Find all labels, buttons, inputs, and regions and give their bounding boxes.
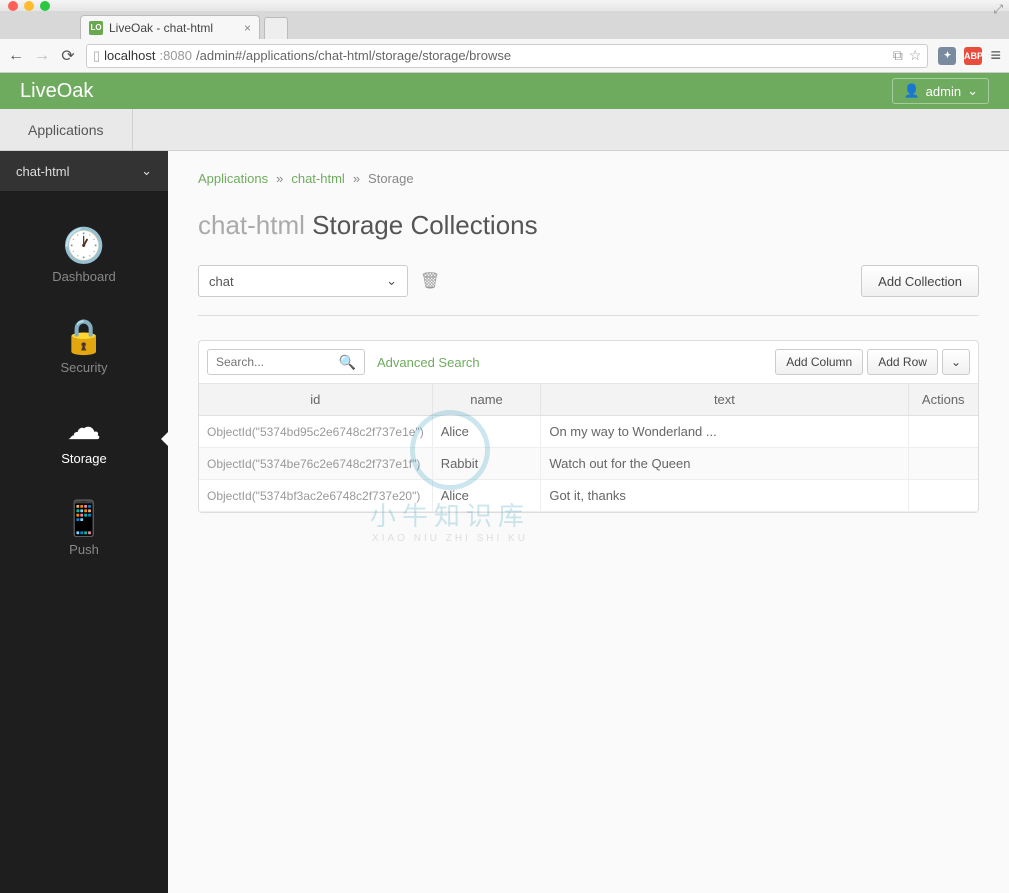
cell-name: Rabbit bbox=[432, 448, 541, 480]
cell-text: Watch out for the Queen bbox=[541, 448, 908, 480]
close-window-icon[interactable] bbox=[8, 1, 18, 11]
user-icon: 👤 bbox=[903, 83, 919, 99]
cell-id: ObjectId("5374be76c2e6748c2f737e1f") bbox=[199, 448, 432, 480]
breadcrumb-current: Storage bbox=[368, 171, 414, 186]
cell-text: Got it, thanks bbox=[541, 480, 908, 512]
favicon-icon: LO bbox=[89, 21, 103, 35]
collection-selected: chat bbox=[209, 274, 234, 289]
url-actions: ⧉ ☆ bbox=[893, 47, 922, 64]
add-row-button[interactable]: Add Row bbox=[867, 349, 938, 375]
sidebar-item-storage[interactable]: ☁ Storage bbox=[0, 393, 168, 484]
col-header-text[interactable]: text bbox=[541, 384, 908, 416]
mac-window-chrome: ⤢ bbox=[0, 0, 1009, 11]
reload-button[interactable]: ⟳ bbox=[60, 46, 76, 66]
sidebar: chat-html ⌄ 🕐 Dashboard 🔒 Security ☁ Sto… bbox=[0, 151, 168, 893]
url-path: /admin#/applications/chat-html/storage/s… bbox=[196, 48, 511, 63]
tab-close-icon[interactable]: × bbox=[244, 21, 251, 35]
data-table-panel: 🔍 Advanced Search Add Column Add Row ⌄ i… bbox=[198, 340, 979, 513]
sidebar-context-label: chat-html bbox=[16, 164, 69, 179]
cell-id: ObjectId("5374bf3ac2e6748c2f737e20") bbox=[199, 480, 432, 512]
phone-icon: 📱 bbox=[63, 502, 105, 536]
add-row-menu-button[interactable]: ⌄ bbox=[942, 349, 970, 375]
tab-title: LiveOak - chat-html bbox=[109, 21, 213, 35]
back-button[interactable]: ← bbox=[8, 47, 24, 65]
main-layout: chat-html ⌄ 🕐 Dashboard 🔒 Security ☁ Sto… bbox=[0, 151, 1009, 893]
cell-actions[interactable] bbox=[908, 448, 978, 480]
page-title: chat-html Storage Collections bbox=[198, 210, 979, 241]
add-collection-button[interactable]: Add Collection bbox=[861, 265, 979, 297]
extension-icons: ✦ ABP ≡ bbox=[938, 45, 1001, 66]
extension-icon[interactable]: ✦ bbox=[938, 47, 956, 65]
chevron-down-icon: ⌄ bbox=[141, 163, 152, 179]
search-input[interactable] bbox=[216, 355, 336, 369]
search-icon[interactable]: 🔍 bbox=[339, 354, 356, 371]
data-table: id name text Actions ObjectId("5374bd95c… bbox=[199, 384, 978, 512]
page-title-text: Storage Collections bbox=[312, 210, 537, 240]
sidebar-item-push[interactable]: 📱 Push bbox=[0, 484, 168, 575]
advanced-search-link[interactable]: Advanced Search bbox=[377, 355, 480, 370]
abp-icon[interactable]: ABP bbox=[964, 47, 982, 65]
breadcrumb-applications[interactable]: Applications bbox=[198, 171, 268, 186]
delete-collection-button[interactable]: 🗑 bbox=[420, 271, 440, 291]
table-row[interactable]: ObjectId("5374be76c2e6748c2f737e1f") Rab… bbox=[199, 448, 978, 480]
content-area: Applications » chat-html » Storage chat-… bbox=[168, 151, 1009, 893]
chevron-down-icon: ⌄ bbox=[386, 273, 397, 289]
sidebar-item-security[interactable]: 🔒 Security bbox=[0, 302, 168, 393]
col-header-name[interactable]: name bbox=[432, 384, 541, 416]
col-header-actions: Actions bbox=[908, 384, 978, 416]
new-tab-button[interactable] bbox=[264, 17, 288, 39]
col-header-id[interactable]: id bbox=[199, 384, 432, 416]
collection-toolbar: chat ⌄ 🗑 Add Collection bbox=[198, 265, 979, 316]
url-port: :8080 bbox=[159, 48, 192, 63]
breadcrumb-sep: » bbox=[353, 171, 360, 186]
lock-icon: 🔒 bbox=[63, 320, 105, 354]
search-input-wrap: 🔍 bbox=[207, 349, 365, 375]
app-subnav: Applications bbox=[0, 109, 1009, 151]
cell-text: On my way to Wonderland ... bbox=[541, 416, 908, 448]
table-tools: 🔍 Advanced Search Add Column Add Row ⌄ bbox=[199, 341, 978, 384]
chevron-down-icon: ⌄ bbox=[967, 83, 978, 99]
cell-actions[interactable] bbox=[908, 416, 978, 448]
table-row[interactable]: ObjectId("5374bd95c2e6748c2f737e1e") Ali… bbox=[199, 416, 978, 448]
breadcrumb: Applications » chat-html » Storage bbox=[198, 171, 979, 186]
cloud-icon: ☁ bbox=[67, 411, 101, 445]
brand-logo[interactable]: LiveOak bbox=[20, 80, 93, 103]
cell-name: Alice bbox=[432, 416, 541, 448]
sidebar-item-label: Push bbox=[69, 542, 99, 557]
browser-tab[interactable]: LO LiveOak - chat-html × bbox=[80, 15, 260, 39]
add-column-button[interactable]: Add Column bbox=[775, 349, 863, 375]
page-title-context: chat-html bbox=[198, 210, 305, 240]
table-row[interactable]: ObjectId("5374bf3ac2e6748c2f737e20") Ali… bbox=[199, 480, 978, 512]
device-icon[interactable]: ⧉ bbox=[893, 47, 903, 64]
app-header: LiveOak 👤 admin ⌄ bbox=[0, 73, 1009, 109]
url-host: localhost bbox=[104, 48, 155, 63]
collection-select[interactable]: chat ⌄ bbox=[198, 265, 408, 297]
cell-actions[interactable] bbox=[908, 480, 978, 512]
url-field[interactable]: ▯ localhost :8080/admin#/applications/cha… bbox=[86, 44, 928, 68]
sidebar-context-selector[interactable]: chat-html ⌄ bbox=[0, 151, 168, 191]
minimize-window-icon[interactable] bbox=[24, 1, 34, 11]
sidebar-item-dashboard[interactable]: 🕐 Dashboard bbox=[0, 211, 168, 302]
resize-icon[interactable]: ⤢ bbox=[993, 2, 1003, 17]
breadcrumb-chat-html[interactable]: chat-html bbox=[291, 171, 344, 186]
user-name: admin bbox=[926, 84, 961, 99]
browser-toolbar: ← → ⟳ ▯ localhost :8080/admin#/applicatio… bbox=[0, 39, 1009, 73]
sidebar-nav: 🕐 Dashboard 🔒 Security ☁ Storage 📱 Push bbox=[0, 191, 168, 893]
forward-button[interactable]: → bbox=[34, 47, 50, 65]
breadcrumb-sep: » bbox=[276, 171, 283, 186]
bookmark-icon[interactable]: ☆ bbox=[909, 47, 922, 64]
sidebar-item-label: Dashboard bbox=[52, 269, 116, 284]
subnav-applications[interactable]: Applications bbox=[0, 109, 133, 150]
browser-tabbar: LO LiveOak - chat-html × bbox=[0, 11, 1009, 39]
cell-id: ObjectId("5374bd95c2e6748c2f737e1e") bbox=[199, 416, 432, 448]
browser-menu-icon[interactable]: ≡ bbox=[990, 45, 1001, 66]
dashboard-icon: 🕐 bbox=[63, 229, 105, 263]
page-icon: ▯ bbox=[93, 48, 100, 64]
cell-name: Alice bbox=[432, 480, 541, 512]
sidebar-item-label: Storage bbox=[61, 451, 107, 466]
user-menu[interactable]: 👤 admin ⌄ bbox=[892, 78, 989, 104]
sidebar-item-label: Security bbox=[61, 360, 108, 375]
zoom-window-icon[interactable] bbox=[40, 1, 50, 11]
